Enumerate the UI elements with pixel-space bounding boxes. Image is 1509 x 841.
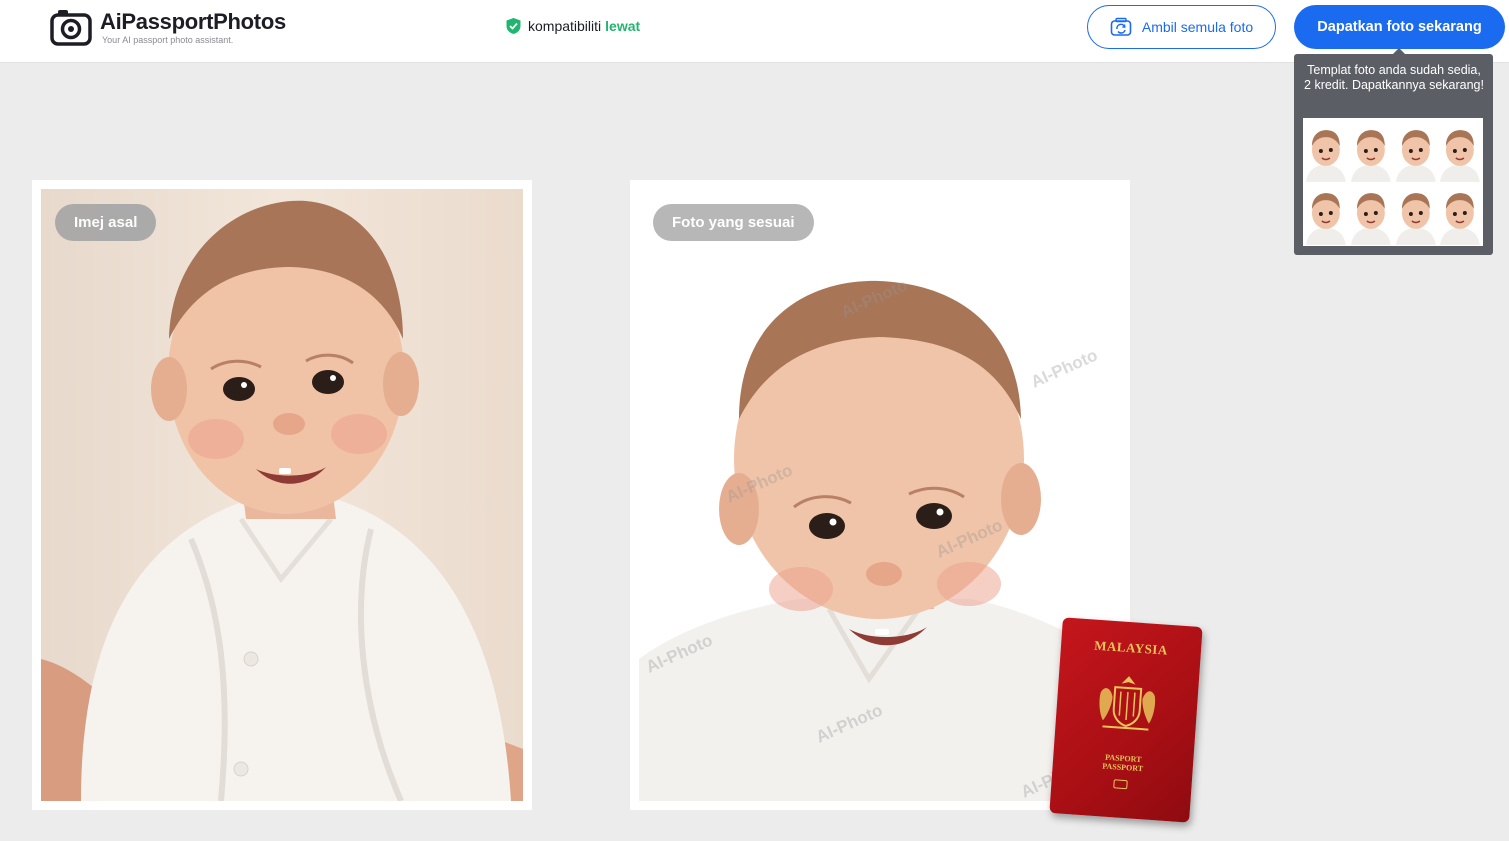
template-thumbnail	[1438, 119, 1482, 182]
get-photo-now-label: Dapatkan foto sekarang	[1317, 19, 1482, 35]
brand-logo[interactable]: AiPassportPhotos Your AI passport photo …	[50, 8, 286, 46]
template-thumbnail	[1393, 119, 1438, 182]
malaysia-passport-image: MALAYSIA PASPORT PASSPORT	[1049, 617, 1203, 823]
original-baby-illustration	[41, 200, 523, 801]
compatibility-label: kompatibiliti	[528, 18, 602, 34]
retake-photo-label: Ambil semula foto	[1141, 19, 1254, 35]
compatibility-result: lewat	[605, 18, 641, 34]
camera-logo-icon	[50, 10, 92, 46]
fitted-photo-card: AI-Photo AI-Photo AI-Photo AI-Photo AI-P…	[630, 180, 1130, 810]
passport-type: PASPORT PASSPORT	[1053, 749, 1194, 777]
camera-rotate-icon	[1110, 17, 1132, 36]
get-photo-now-button[interactable]: Dapatkan foto sekarang	[1294, 5, 1505, 49]
original-image-card: Imej asal	[32, 180, 532, 810]
brand-tagline: Your AI passport photo assistant.	[102, 35, 234, 45]
compatibility-status: kompatibiliti lewat	[505, 17, 640, 35]
template-thumbnail	[1348, 182, 1393, 245]
passport-country: MALAYSIA	[1093, 637, 1169, 658]
brand-name: AiPassportPhotos	[100, 9, 286, 34]
tooltip-message: Templat foto anda sudah sedia, 2 kredit.…	[1304, 63, 1484, 92]
template-thumbnail	[1348, 119, 1393, 182]
passport-chip-icon	[1113, 779, 1128, 790]
template-thumbnail	[1304, 119, 1348, 182]
template-thumbnail	[1304, 182, 1348, 245]
fitted-photo-label: Foto yang sesuai	[653, 204, 814, 241]
template-thumbnail	[1393, 182, 1438, 245]
template-thumbnail-grid	[1303, 118, 1483, 246]
template-thumbnail	[1438, 182, 1482, 245]
top-header: AiPassportPhotos Your AI passport photo …	[0, 0, 1509, 63]
coat-of-arms-icon	[1099, 676, 1156, 731]
retake-photo-button[interactable]: Ambil semula foto	[1087, 5, 1276, 49]
template-ready-tooltip[interactable]: Templat foto anda sudah sedia, 2 kredit.…	[1294, 54, 1493, 255]
original-baby-photo	[41, 189, 523, 801]
original-image-label: Imej asal	[55, 204, 157, 241]
shield-check-icon	[506, 18, 521, 34]
fitted-baby-photo: AI-Photo AI-Photo AI-Photo AI-Photo AI-P…	[639, 189, 1121, 801]
